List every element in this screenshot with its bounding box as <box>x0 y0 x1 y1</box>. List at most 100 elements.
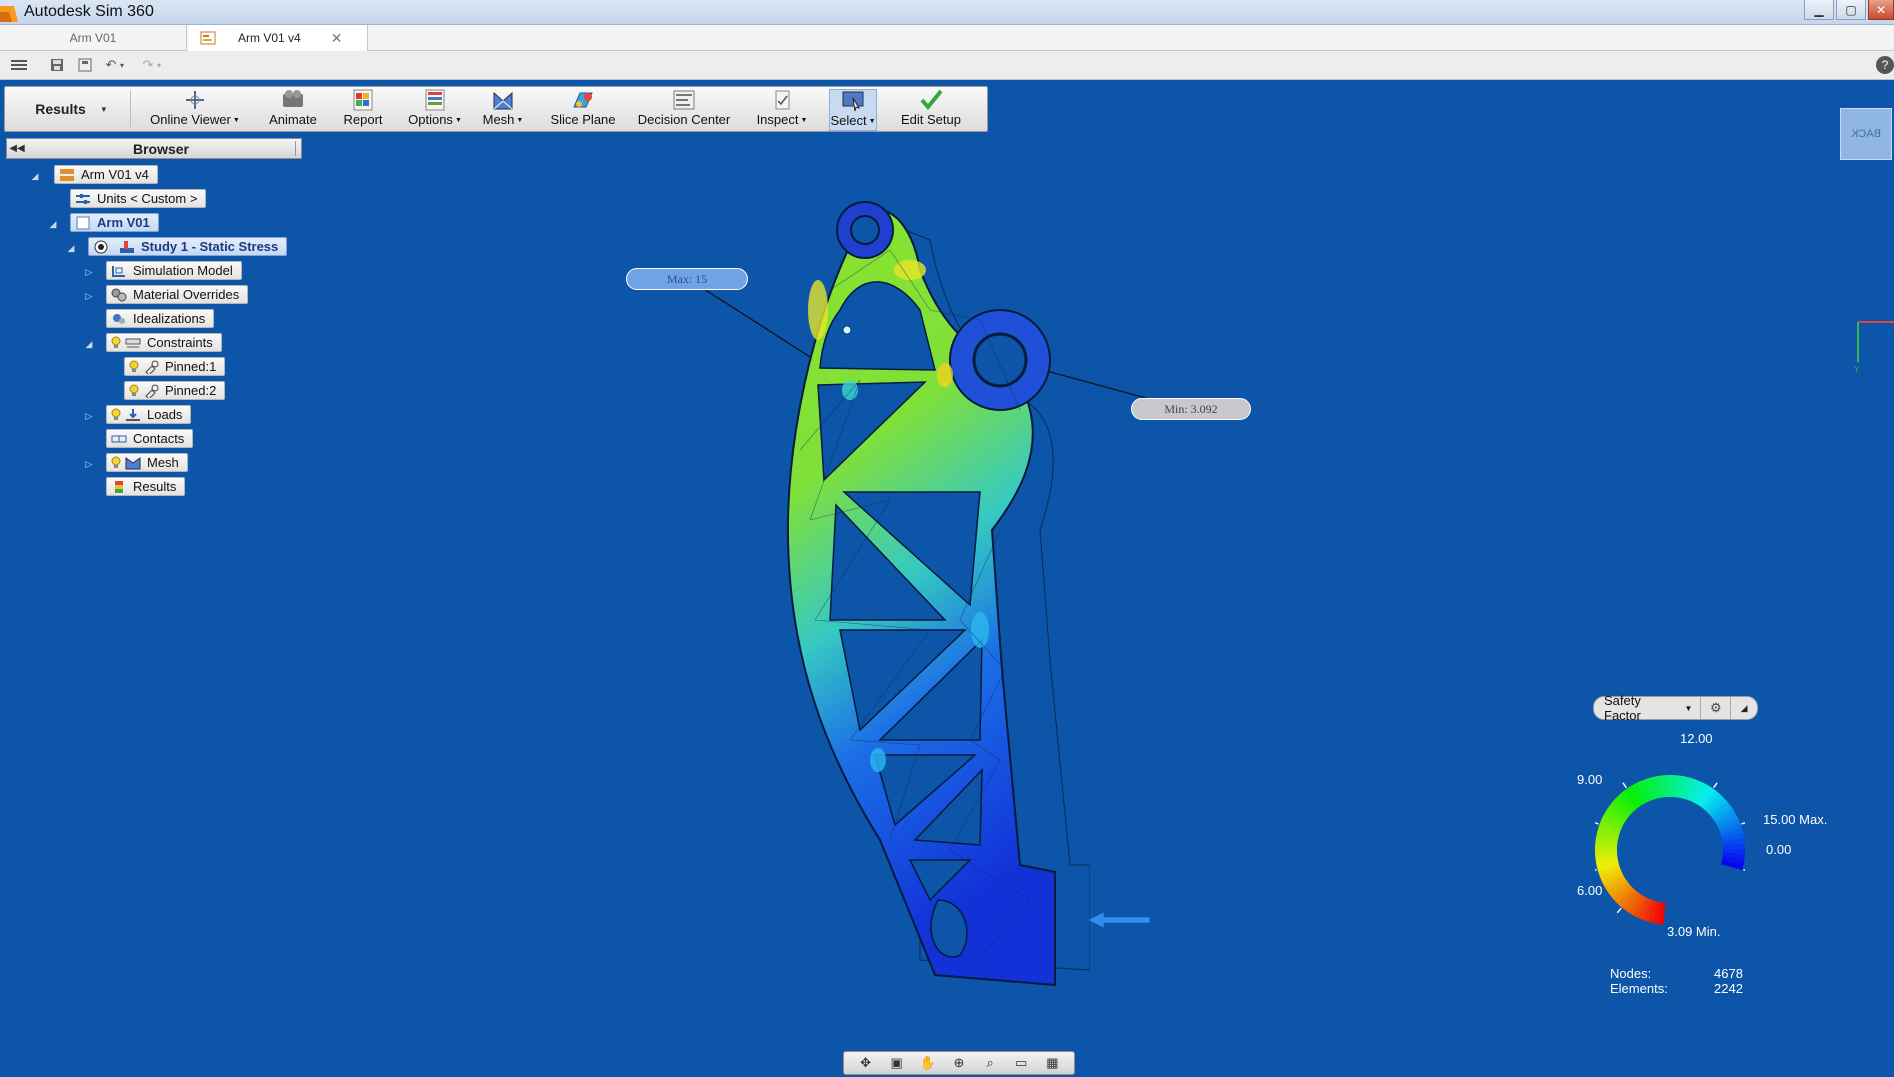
close-tab-icon[interactable]: ✕ <box>331 30 343 47</box>
probe-min-label[interactable]: Min: 3.092 <box>1131 398 1251 420</box>
close-icon[interactable]: ✕ <box>1868 0 1894 20</box>
online-viewer-button[interactable]: Online Viewer ▼ <box>149 89 241 131</box>
mesh-tree-icon <box>125 456 141 469</box>
options-button[interactable]: Options ▼ <box>407 89 463 131</box>
load-arrow-icon <box>1088 911 1151 929</box>
result-legend-header: Safety Factor ▼ ⚙ ◢ <box>1593 693 1758 723</box>
collapse-tree-icon[interactable]: ◢ <box>84 339 94 349</box>
mesh-statistics: Nodes: 4678 Elements: 2242 <box>1610 966 1743 996</box>
browser-title: Browser <box>132 140 190 157</box>
tree-node-study[interactable]: Study 1 - Static Stress <box>88 237 288 256</box>
collapse-legend-icon[interactable]: ◢ <box>1731 703 1757 714</box>
edit-setup-button[interactable]: Edit Setup <box>893 89 969 131</box>
viewcube[interactable]: BACK <box>1840 108 1892 160</box>
window-title: Autodesk Sim 360 <box>24 3 154 20</box>
save-as-icon[interactable] <box>75 56 95 74</box>
chevron-down-icon: ▼ <box>1684 703 1693 713</box>
lightbulb-icon[interactable] <box>111 456 121 469</box>
simulation-model-icon <box>112 265 125 277</box>
tree-node-pinned-1[interactable]: Pinned:1 <box>124 357 226 376</box>
doc-tab-arm-v01-v4[interactable]: Arm V01 v4 ✕ <box>188 25 368 51</box>
collapse-tree-icon[interactable]: ◢ <box>66 243 76 253</box>
menu-icon[interactable] <box>9 56 29 74</box>
help-icon[interactable]: ? <box>1876 56 1894 74</box>
report-label: Report <box>343 112 383 127</box>
tree-node-simulation-model[interactable]: Simulation Model <box>106 261 242 280</box>
part-model-view[interactable] <box>770 200 1090 1000</box>
legend-tick-mark <box>1595 868 1597 871</box>
grid-icon[interactable]: ▦ <box>1041 1054 1063 1072</box>
minimize-icon[interactable]: ▁ <box>1804 0 1834 20</box>
zoom-fit-icon[interactable]: ⌕ <box>979 1054 1001 1072</box>
legend-tick-0: 0.00 <box>1766 842 1792 857</box>
legend-tick-12: 12.00 <box>1680 731 1713 746</box>
tree-node-label: Mesh <box>147 455 179 470</box>
pin-icon <box>145 360 159 374</box>
doc-tab-arm-v01[interactable]: Arm V01 <box>0 25 187 51</box>
axis-triad-icon: Y <box>1854 321 1894 374</box>
workspace-mode-dropdown[interactable]: Results ▼ <box>13 91 131 127</box>
tree-node-root[interactable]: Arm V01 v4 <box>54 165 158 184</box>
component-icon <box>76 216 90 229</box>
tree-node-material-overrides[interactable]: Material Overrides <box>106 285 249 304</box>
look-at-icon[interactable]: ▣ <box>886 1054 908 1072</box>
chevron-down-icon: ▼ <box>99 104 108 114</box>
display-settings-icon[interactable]: ▭ <box>1010 1054 1032 1072</box>
result-type-dropdown[interactable]: Safety Factor ▼ <box>1594 693 1702 723</box>
select-button[interactable]: Select ▼ <box>829 89 877 131</box>
mesh-label: Mesh <box>482 112 515 127</box>
legend-tick-9: 9.00 <box>1577 772 1603 787</box>
gear-icon[interactable]: ⚙ <box>1701 697 1732 719</box>
tree-node-label: Loads <box>147 407 183 422</box>
expand-tree-icon[interactable]: ▷ <box>84 411 94 421</box>
inspect-button[interactable]: Inspect ▼ <box>753 89 811 131</box>
redo-dropdown-icon[interactable]: ▾ <box>154 56 164 74</box>
options-label: Options <box>408 112 453 127</box>
tree-node-results[interactable]: Results <box>106 477 186 496</box>
probe-max-label[interactable]: Max: 15 <box>626 268 748 290</box>
lightbulb-icon[interactable] <box>111 336 121 349</box>
report-button[interactable]: Report <box>337 89 389 131</box>
tree-node-mesh[interactable]: Mesh <box>106 453 188 472</box>
tree-node-label: Arm V01 <box>97 215 150 230</box>
tree-node-arm-v01[interactable]: Arm V01 <box>70 213 159 232</box>
decision-center-button[interactable]: Decision Center <box>631 89 737 131</box>
material-icon <box>111 288 127 301</box>
zoom-icon[interactable]: ⊕ <box>948 1054 970 1072</box>
pan-icon[interactable]: ✋ <box>917 1054 939 1072</box>
results-icon <box>115 480 123 493</box>
active-study-radio-icon <box>94 240 108 253</box>
tree-node-units[interactable]: Units < Custom > <box>70 189 207 208</box>
lightbulb-icon[interactable] <box>111 408 121 421</box>
tree-node-contacts[interactable]: Contacts <box>106 429 194 448</box>
animate-button[interactable]: Animate <box>263 89 323 131</box>
slice-plane-button[interactable]: Slice Plane <box>543 89 623 131</box>
lightbulb-icon[interactable] <box>129 360 139 373</box>
save-icon[interactable] <box>47 56 67 74</box>
tree-node-loads[interactable]: Loads <box>106 405 192 424</box>
viewcube-face-label: BACK <box>1851 128 1881 140</box>
legend-tick-mark <box>1743 868 1745 871</box>
tree-node-idealizations[interactable]: Idealizations <box>106 309 215 328</box>
safety-factor-color-ring <box>1595 775 1745 925</box>
resize-grip[interactable] <box>295 141 299 156</box>
tree-node-constraints[interactable]: Constraints <box>106 333 222 352</box>
workspace-mode-label: Results <box>35 101 86 117</box>
tree-node-label: Pinned:2 <box>165 383 217 398</box>
mesh-button[interactable]: Mesh ▼ <box>479 89 527 131</box>
contacts-icon <box>111 435 127 442</box>
tree-node-pinned-2[interactable]: Pinned:2 <box>124 381 226 400</box>
expand-tree-icon[interactable]: ▷ <box>84 291 94 301</box>
collapse-tree-icon[interactable]: ◢ <box>48 219 58 229</box>
elements-value: 2242 <box>1714 981 1743 996</box>
lightbulb-icon[interactable] <box>129 384 139 397</box>
select-icon <box>842 91 864 112</box>
expand-tree-icon[interactable]: ▷ <box>84 267 94 277</box>
maximize-icon[interactable]: ▢ <box>1836 0 1866 20</box>
orbit-icon[interactable]: ✥ <box>855 1054 877 1072</box>
undo-dropdown-icon[interactable]: ▾ <box>117 56 127 74</box>
assembly-icon <box>60 168 74 181</box>
expand-tree-icon[interactable]: ▷ <box>84 459 94 469</box>
collapse-browser-icon[interactable]: ◀◀ <box>7 143 27 154</box>
collapse-tree-icon[interactable]: ◢ <box>30 171 40 181</box>
